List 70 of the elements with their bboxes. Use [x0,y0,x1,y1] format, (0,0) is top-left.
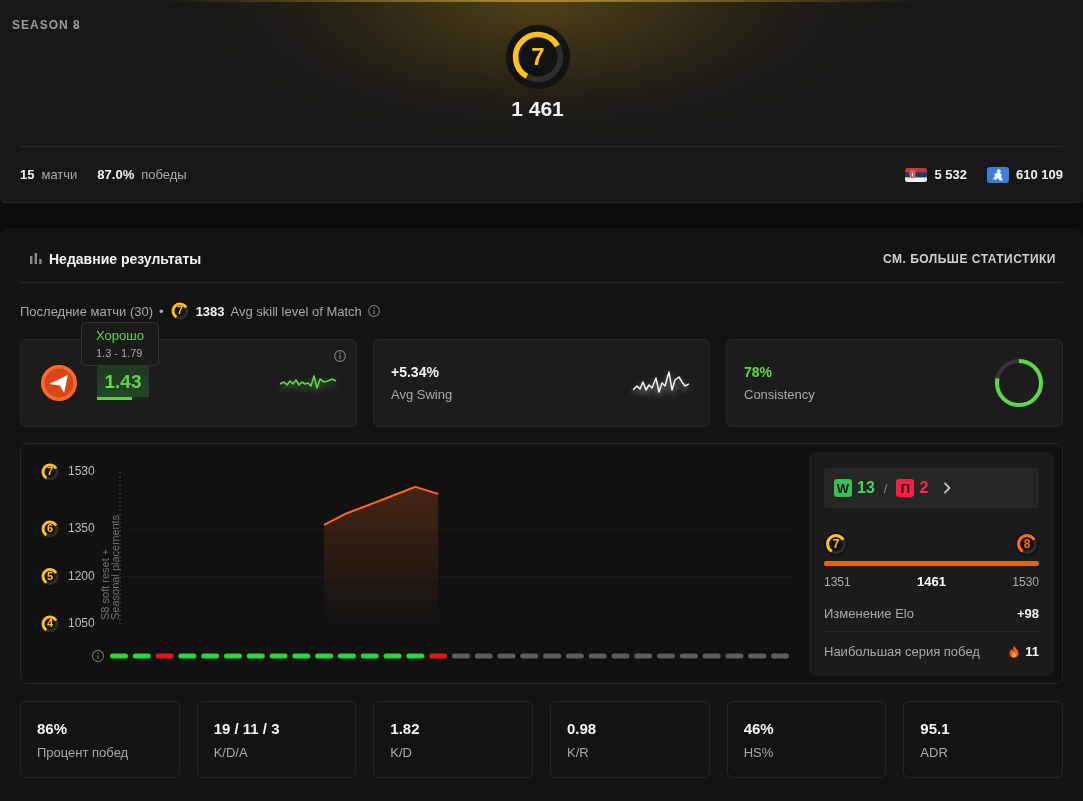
avg-elo-label: Avg skill level of Match [230,303,362,319]
flame-icon [1009,644,1020,658]
arrow-emblem-icon [40,364,78,402]
axis-tick-label: 1350 [68,521,95,536]
row-label: Наибольшая серия побед [824,643,980,659]
skill-level-gauge: 8 [1015,532,1039,556]
skill-level-gauge: 7 [169,301,190,321]
range-current: 1461 [917,575,946,589]
row-label: Изменение Elo [824,605,914,621]
swing-value: +5.34% [391,364,440,380]
more-stats-link[interactable]: СМ. БОЛЬШЕ СТАТИСТИКИ [883,251,1056,266]
matches-label: Последние матчи (30) [20,303,154,319]
rating-bar [97,397,149,400]
total-number: 87.0% [97,167,135,182]
result-count: 2 [919,479,929,497]
range-min: 1351 [824,575,851,589]
tooltip-title: Хорошо [96,328,144,343]
stat-label: K/D [390,744,413,760]
total-number: 15 [20,167,35,182]
record-separator: / [883,480,888,496]
consistency-label: Consistency [744,387,815,402]
ranking-value: 610 109 [1016,167,1063,182]
win-loss-bar[interactable]: W 13 / П 2 [824,468,1039,508]
separator-dot: • [159,303,164,319]
skill-level-gauge: 6 [40,519,60,539]
stat-label: K/D/A [213,744,249,760]
stat-label: HS% [743,744,775,760]
range-max: 1530 [1012,575,1039,589]
season-label: SEASON 8 [12,18,81,32]
axis-tick-label: 1050 [68,616,95,631]
stat-value: 1.82 [390,719,421,737]
result-letter: П [896,479,915,497]
swing-label: Avg Swing [391,387,453,402]
axis-tick-label: 1200 [68,568,95,583]
rating-value: 1.43 [104,371,142,393]
row-value: +98 [1016,605,1039,621]
elo-value: 1 461 [511,97,564,121]
avg-elo-value: 1383 [195,303,225,319]
stat-label: K/R [567,744,590,760]
row-value: 11 [1025,643,1039,659]
consistency-ring [994,358,1044,408]
stat-value: 46% [743,719,775,737]
stat-label: Процент побед [37,744,130,760]
stat-label: ADR [920,744,949,760]
bar-chart-icon [30,253,42,264]
axis-tick-label: 1530 [68,464,95,479]
section-title: Недавние результаты [49,250,202,267]
stat-value: 19 / 11 / 3 [213,719,281,737]
flag-icon [905,167,928,182]
continent-icon [987,166,1009,183]
ranking-value: 5 532 [934,167,967,182]
skill-level-gauge: 4 [40,614,60,634]
skill-level-gauge: 7 [505,25,570,89]
stat-value: 0.98 [567,719,598,737]
tooltip-range: 1.3 - 1.79 [96,347,144,359]
skill-level-gauge: 7 [824,532,848,556]
result-count: 13 [857,479,875,497]
info-icon[interactable] [91,649,105,663]
stat-value: 86% [37,719,69,737]
result-letter: W [834,479,852,497]
total-unit: победы [141,167,187,182]
consistency-value: 78% [744,364,774,380]
skill-level-gauge: 5 [40,566,60,587]
info-icon[interactable] [367,305,380,317]
skill-level-gauge: 7 [40,462,60,482]
stat-value: 95.1 [920,719,951,737]
chevron-right-icon[interactable] [943,482,952,494]
chart-note: S8 soft reset + Seasonal placements [99,514,121,620]
info-icon[interactable] [334,350,346,362]
total-unit: матчи [41,167,78,182]
